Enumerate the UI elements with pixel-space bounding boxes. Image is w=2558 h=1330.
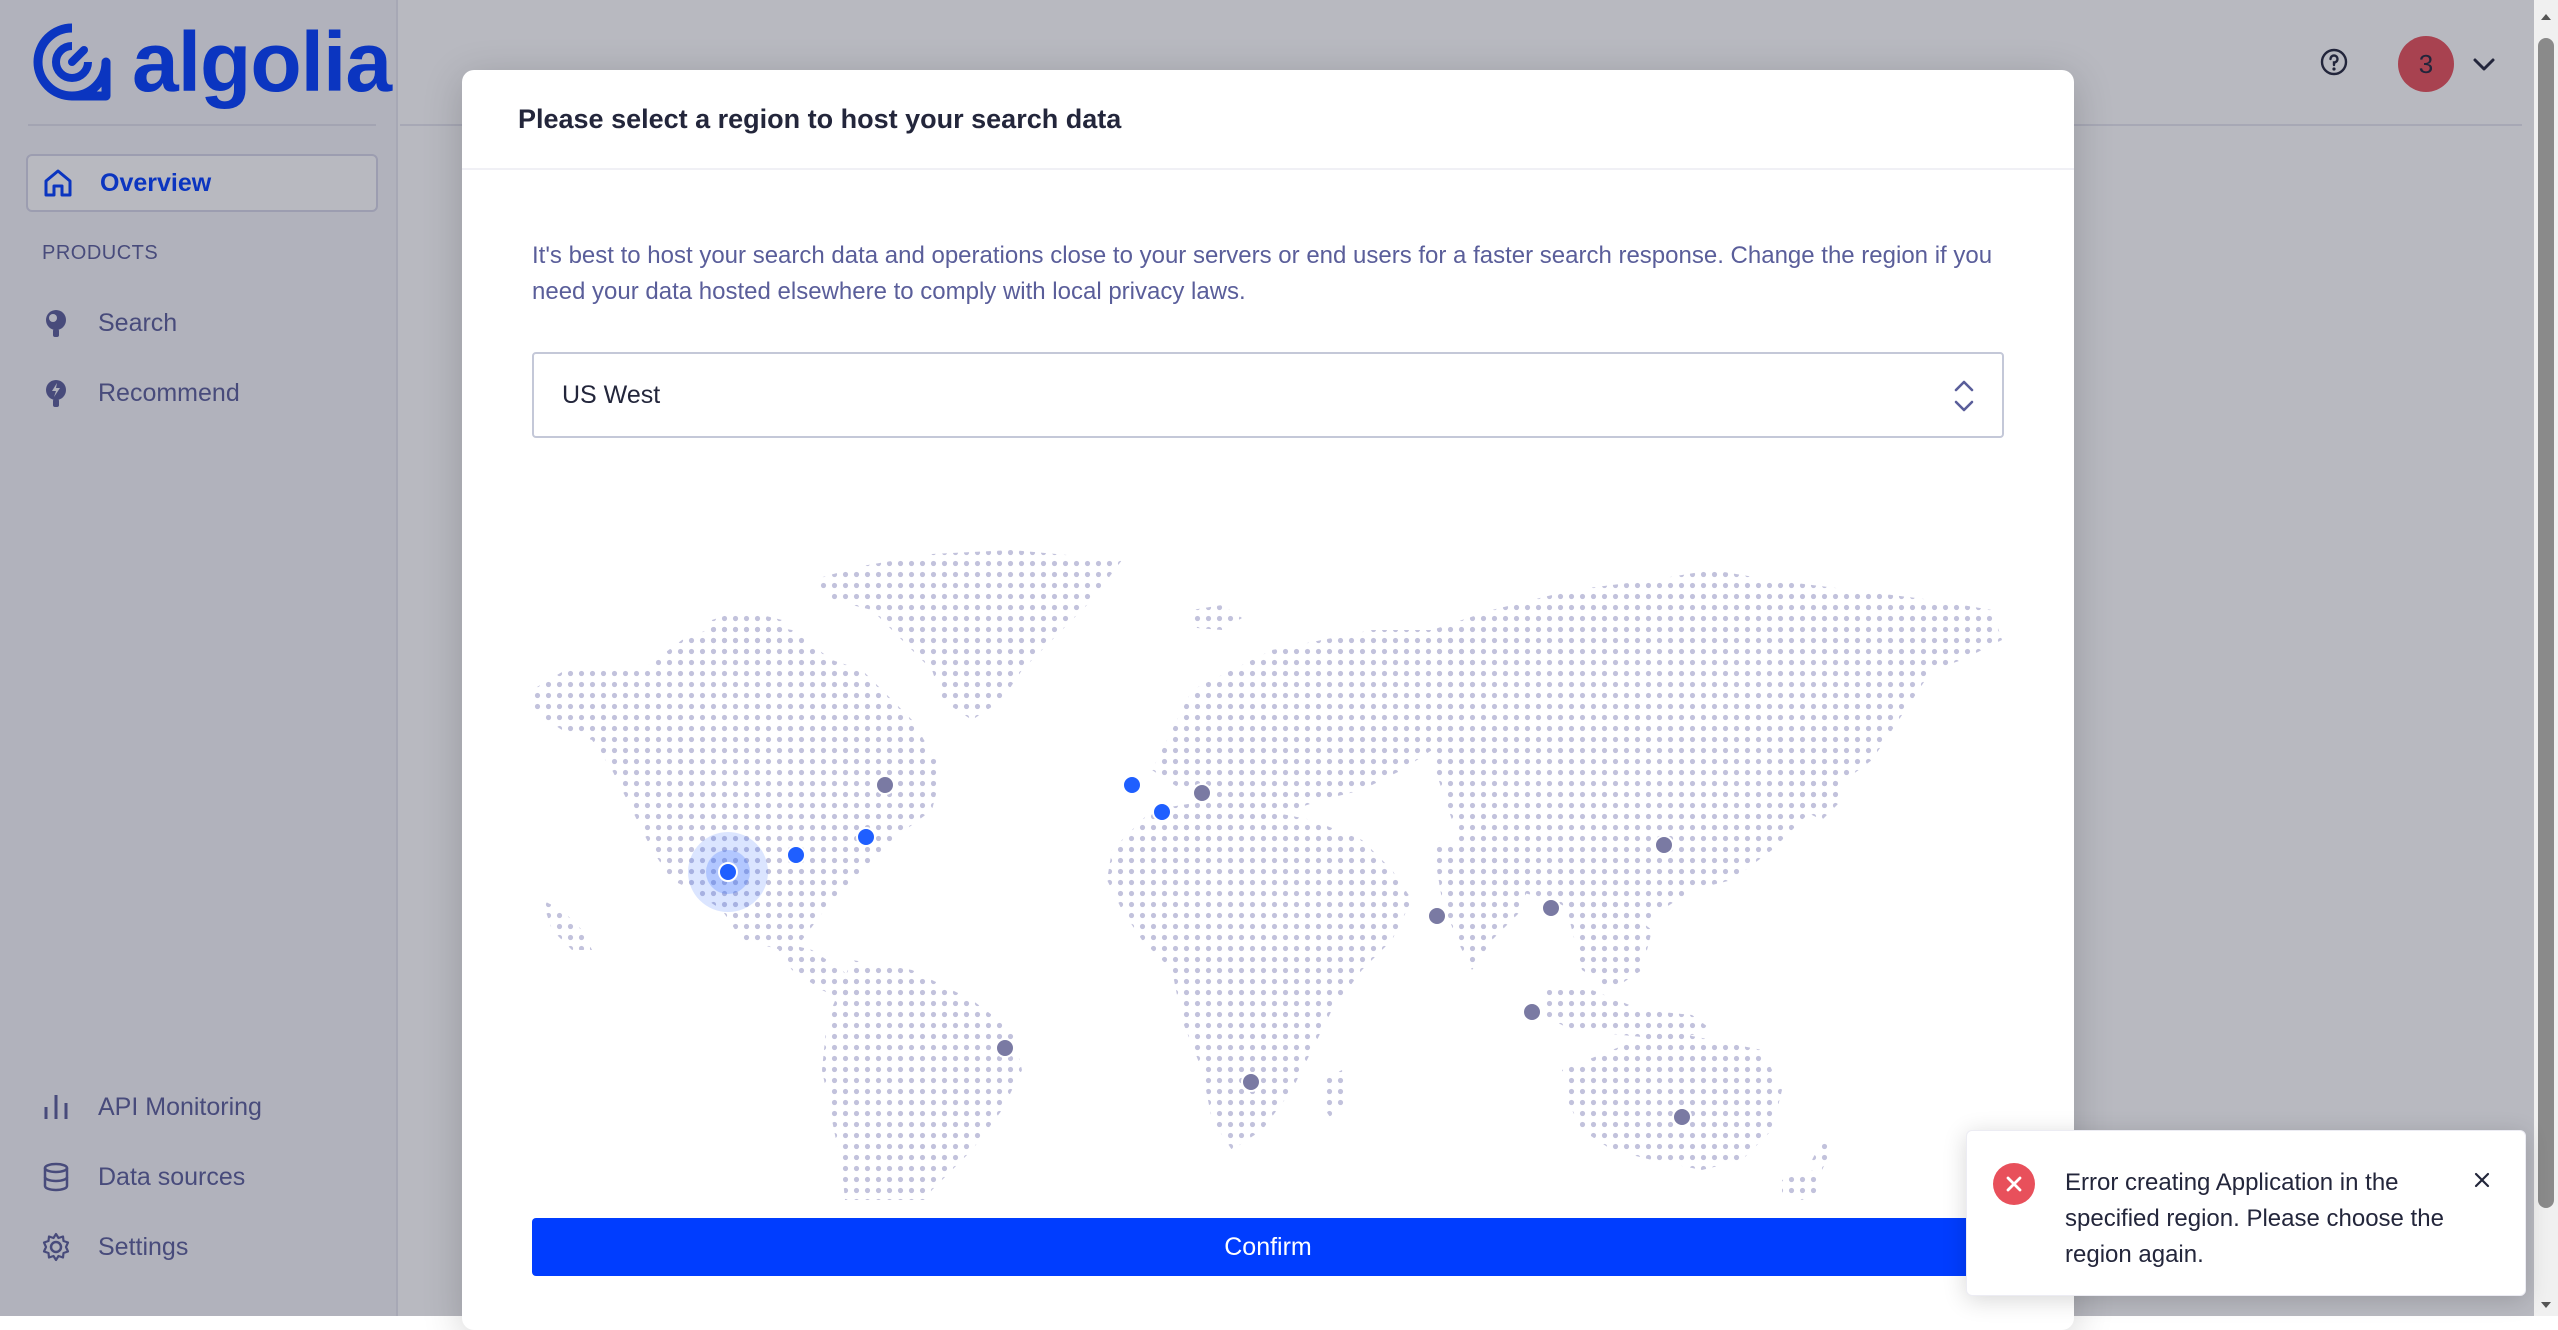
region-marker-uk[interactable] bbox=[1122, 775, 1142, 795]
select-arrows-icon bbox=[1954, 380, 1974, 412]
region-marker-us-central[interactable] bbox=[786, 845, 806, 865]
region-marker-india[interactable] bbox=[1427, 906, 1447, 926]
toast-message: Error creating Application in the specif… bbox=[2065, 1169, 2444, 1268]
error-icon bbox=[1993, 1163, 2035, 1205]
region-marker-germany[interactable] bbox=[1192, 783, 1212, 803]
region-marker-canada[interactable] bbox=[875, 775, 895, 795]
region-select-modal: Please select a region to host your sear… bbox=[462, 70, 2074, 1330]
region-marker-us-west[interactable] bbox=[718, 862, 738, 882]
region-marker-singapore[interactable] bbox=[1522, 1002, 1542, 1022]
modal-header: Please select a region to host your sear… bbox=[462, 70, 2074, 170]
region-select-value: US West bbox=[562, 380, 661, 409]
error-toast: Error creating Application in the specif… bbox=[1966, 1130, 2526, 1296]
region-marker-australia[interactable] bbox=[1672, 1107, 1692, 1127]
region-marker-us-east[interactable] bbox=[856, 827, 876, 847]
region-marker-south-africa[interactable] bbox=[1241, 1072, 1261, 1092]
scroll-up-arrow-icon[interactable] bbox=[2539, 10, 2553, 24]
scroll-down-arrow-icon[interactable] bbox=[2539, 1298, 2553, 1312]
page-scrollbar[interactable] bbox=[2534, 0, 2558, 1316]
region-marker-brazil[interactable] bbox=[995, 1038, 1015, 1058]
world-map bbox=[532, 550, 2002, 1200]
modal-description: It's best to host your search data and o… bbox=[532, 242, 1993, 305]
region-marker-hong-kong[interactable] bbox=[1541, 898, 1561, 918]
confirm-button[interactable]: Confirm bbox=[532, 1218, 2004, 1276]
close-icon[interactable] bbox=[2471, 1169, 2493, 1191]
modal-title: Please select a region to host your sear… bbox=[518, 103, 1122, 134]
scrollbar-thumb[interactable] bbox=[2538, 38, 2554, 1208]
region-marker-japan[interactable] bbox=[1654, 835, 1674, 855]
region-select[interactable]: US West bbox=[532, 352, 2004, 438]
region-marker-west-europe[interactable] bbox=[1152, 802, 1172, 822]
